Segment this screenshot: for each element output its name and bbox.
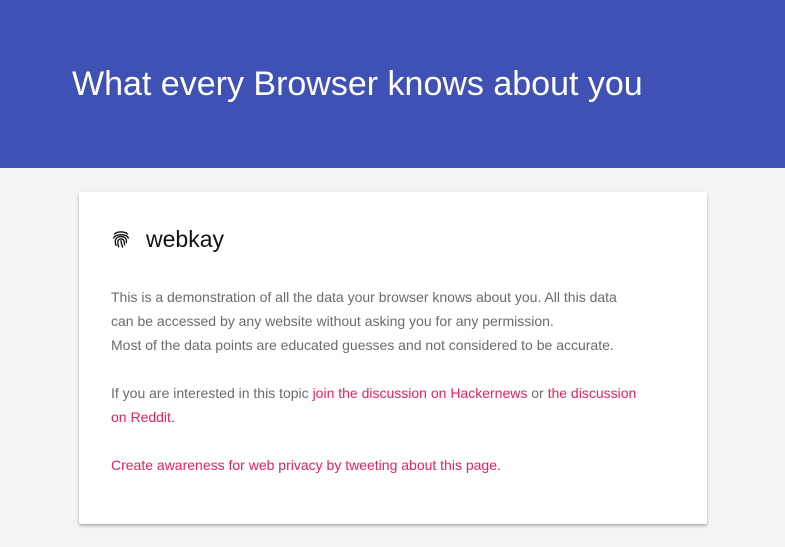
- brand: webkay: [110, 224, 224, 254]
- hackernews-link[interactable]: join the discussion on Hackernews: [313, 385, 528, 401]
- intro-line-1: This is a demonstration of all the data …: [111, 289, 617, 305]
- awareness-paragraph: Create awareness for web privacy by twee…: [111, 453, 671, 477]
- page-header: What every Browser knows about you: [0, 0, 785, 168]
- info-card: webkay This is a demonstration of all th…: [79, 192, 707, 524]
- fingerprint-icon: [110, 228, 132, 250]
- card-content: This is a demonstration of all the data …: [111, 285, 671, 477]
- brand-name: webkay: [146, 226, 224, 252]
- tweet-awareness-link[interactable]: Create awareness for web privacy by twee…: [111, 457, 501, 473]
- reddit-link-part-1: the discussion: [547, 385, 637, 401]
- discussion-paragraph: If you are interested in this topic join…: [111, 381, 671, 429]
- intro-line-2: can be accessed by any website without a…: [111, 313, 554, 329]
- intro-line-3: Most of the data points are educated gue…: [111, 337, 614, 353]
- intro-paragraph: This is a demonstration of all the data …: [111, 285, 671, 357]
- discussion-middle: or: [527, 385, 548, 401]
- page-title: What every Browser knows about you: [72, 65, 643, 103]
- discussion-prefix: If you are interested in this topic: [111, 385, 313, 401]
- reddit-link-part-2: on Reddit: [111, 409, 171, 425]
- discussion-suffix: .: [170, 409, 175, 425]
